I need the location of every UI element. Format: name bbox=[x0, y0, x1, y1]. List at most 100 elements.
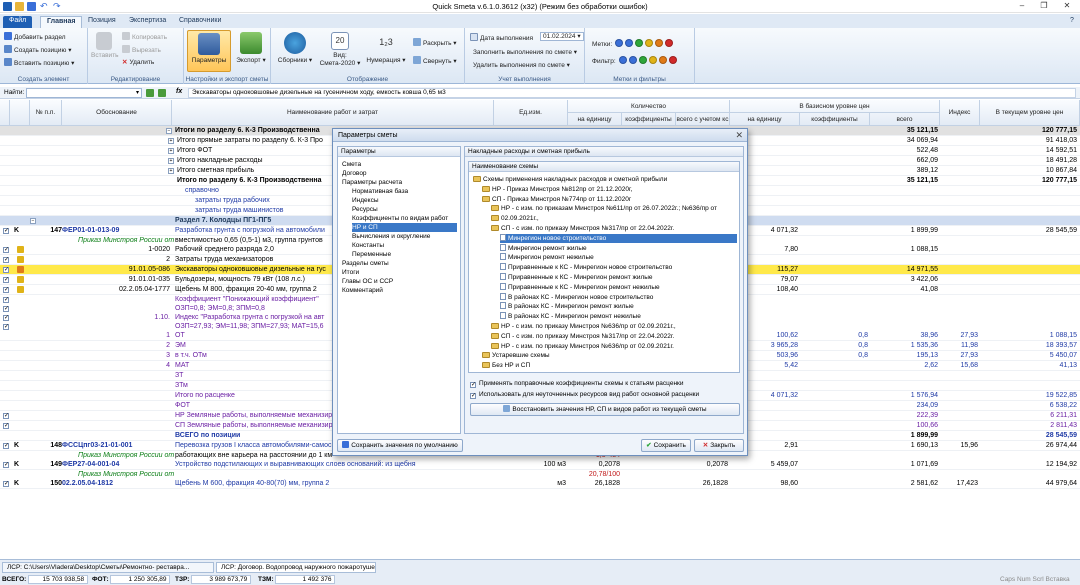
header-num[interactable]: № п.п. bbox=[30, 100, 62, 126]
header-base-per-unit[interactable]: на единицу bbox=[730, 113, 800, 126]
view-button[interactable]: 20 Вид: Смета-2020 ▾ bbox=[319, 30, 361, 72]
params-nav-item[interactable]: Итоги bbox=[342, 268, 457, 277]
save-button[interactable]: ✔ Сохранить bbox=[641, 439, 691, 452]
chevron-down-icon[interactable]: ▾ bbox=[136, 89, 139, 96]
header-index[interactable]: Индекс bbox=[940, 100, 980, 126]
collapse-button[interactable]: Свернуть ▾ bbox=[413, 56, 457, 65]
params-nav-item[interactable]: Коэффициенты по видам работ bbox=[352, 214, 457, 223]
check-use-main-work-type[interactable]: ✓ Использовать для неуточненных ресурсов … bbox=[470, 390, 699, 399]
scheme-tree-item[interactable]: В районах КС - Минрегион ремонт жилые bbox=[500, 302, 634, 311]
scheme-tree-item[interactable]: СП - Приказ Минстроя №774пр от 11.12.202… bbox=[482, 195, 631, 204]
expand-toggle-icon[interactable]: + bbox=[168, 138, 174, 144]
expand-toggle-icon[interactable]: + bbox=[168, 148, 174, 154]
params-nav-item[interactable]: Параметры расчета bbox=[342, 178, 457, 187]
tab-references[interactable]: Справочники bbox=[173, 16, 227, 28]
expand-toggle-icon[interactable]: + bbox=[168, 168, 174, 174]
filter-dot-icon[interactable] bbox=[628, 56, 637, 64]
collections-button[interactable]: Сборники ▾ bbox=[277, 30, 313, 72]
fill-by-estimate-button[interactable]: Заполнить выполнения по смете ▾ bbox=[473, 48, 577, 56]
row-checkbox[interactable]: ✓ bbox=[3, 277, 9, 283]
row-checkbox[interactable]: ✓ bbox=[3, 287, 9, 293]
scheme-tree-item[interactable]: Минрегион новое строительство bbox=[500, 233, 737, 243]
scheme-tree-item[interactable]: Минрегион ремонт нежилые bbox=[500, 253, 594, 262]
row-checkbox[interactable]: ✓ bbox=[3, 228, 9, 234]
row-checkbox[interactable]: ✓ bbox=[3, 462, 9, 468]
row-checkbox[interactable]: ✓ bbox=[3, 297, 9, 303]
scheme-tree-item[interactable]: Устаревшие схемы bbox=[482, 351, 550, 360]
filter-dot-icon[interactable] bbox=[648, 56, 657, 64]
document-tab-2[interactable]: ЛСР: Договор. Водопровод наружного пожар… bbox=[216, 562, 376, 573]
scheme-tree-item[interactable]: Приравненные к КС - Минрегион новое стро… bbox=[500, 263, 672, 272]
exec-date-field[interactable]: 01.02.2024 ▾ bbox=[540, 32, 584, 41]
save-default-button[interactable]: Сохранить значения по умолчанию bbox=[337, 439, 463, 452]
close-icon[interactable]: ✕ bbox=[1057, 1, 1077, 10]
formula-field[interactable]: Экскаваторы одноковшовые дизельные на гу… bbox=[188, 88, 1076, 98]
check-apply-coefficients[interactable]: ✓ Применять поправочные коэффициенты схем… bbox=[470, 379, 684, 388]
params-nav-item[interactable]: Ресурсы bbox=[352, 205, 457, 214]
row-checkbox[interactable]: ✓ bbox=[3, 315, 9, 321]
row-checkbox[interactable]: ✓ bbox=[3, 247, 9, 253]
params-nav-item[interactable]: Договор bbox=[342, 169, 457, 178]
row-checkbox[interactable]: ✓ bbox=[3, 267, 9, 273]
params-button[interactable]: Параметры bbox=[187, 30, 231, 72]
filter-dot-icon[interactable] bbox=[668, 56, 677, 64]
table-row[interactable]: ✓ K 149 ФЕР27-04-001-04 Устройство подстилаю… bbox=[0, 460, 1080, 470]
expand-toggle-icon[interactable]: − bbox=[166, 128, 172, 134]
row-checkbox[interactable]: ✓ bbox=[3, 443, 9, 449]
row-checkbox[interactable]: ✓ bbox=[3, 306, 9, 312]
header-qty-coef[interactable]: коэффициенты bbox=[622, 113, 676, 126]
cut-button[interactable]: Вырезать bbox=[122, 45, 161, 54]
scheme-tree-item[interactable]: НР - с изм. по приказу Минстроя №636/пр … bbox=[491, 322, 676, 331]
delete-by-estimate-button[interactable]: Удалить выполнения по смете ▾ bbox=[473, 61, 570, 69]
table-row[interactable]: ✓ K 150 02.2.05.04-1812 Щебень М 600, фракци… bbox=[0, 479, 1080, 489]
header-qty-total[interactable]: всего с учетом кс bbox=[676, 113, 730, 126]
tab-position[interactable]: Позиция bbox=[82, 16, 122, 28]
params-nav-item[interactable]: Разделы сметы bbox=[342, 259, 457, 268]
params-nav-item[interactable]: НР и СП bbox=[352, 223, 457, 232]
row-checkbox[interactable]: ✓ bbox=[3, 324, 9, 330]
restore-values-button[interactable]: Восстановить значения НР, СП и видов раб… bbox=[470, 403, 740, 416]
collapse-toggle-icon[interactable]: − bbox=[30, 218, 36, 224]
scheme-tree-item[interactable]: Минрегион ремонт жилые bbox=[500, 243, 587, 253]
expand-toggle-icon[interactable]: + bbox=[168, 158, 174, 164]
scheme-tree-item[interactable]: Приравненные к КС - Минрегион ремонт жил… bbox=[500, 273, 653, 282]
scheme-tree-item[interactable]: СП - с изм. по приказу Минстроя №317/пр … bbox=[491, 224, 674, 233]
params-nav-item[interactable]: Индексы bbox=[352, 196, 457, 205]
row-checkbox[interactable]: ✓ bbox=[3, 257, 9, 263]
row-checkbox[interactable]: ✓ bbox=[3, 481, 9, 487]
params-nav-item[interactable]: Главы ОС и ССР bbox=[342, 277, 457, 286]
params-nav-item[interactable]: Вычисления и округление bbox=[352, 232, 457, 241]
header-name[interactable]: Наименование работ и затрат bbox=[172, 100, 494, 126]
mark-dot-icon[interactable] bbox=[665, 39, 674, 47]
header-base-coef[interactable]: коэффициенты bbox=[800, 113, 870, 126]
tab-home[interactable]: Главная bbox=[40, 16, 83, 28]
scheme-tree-item[interactable]: Схемы применения накладных расходов и см… bbox=[473, 175, 667, 184]
add-section-button[interactable]: Добавить раздел bbox=[4, 32, 66, 41]
scheme-tree-item[interactable]: НР - с изм. по приказам Минстроя №611/пр… bbox=[491, 204, 717, 213]
header-base-total[interactable]: всего bbox=[870, 113, 940, 126]
params-nav-item[interactable]: Смета bbox=[342, 160, 457, 169]
find-input[interactable]: ▾ bbox=[26, 88, 142, 98]
tab-expertise[interactable]: Экспертиза bbox=[123, 16, 172, 28]
find-all-icon[interactable] bbox=[158, 89, 166, 97]
minimize-icon[interactable]: – bbox=[1012, 1, 1032, 10]
filter-dot-icon[interactable] bbox=[638, 56, 647, 64]
scheme-tree-item[interactable]: 02.09.2021г., bbox=[491, 214, 539, 223]
filter-dot-icon[interactable] bbox=[618, 56, 627, 64]
close-button[interactable]: ✕ Закрыть bbox=[694, 439, 744, 452]
mark-dot-icon[interactable] bbox=[635, 39, 644, 47]
params-nav-item[interactable]: Константы bbox=[352, 241, 457, 250]
scheme-tree-item[interactable]: СП - с изм. по приказу Минстроя №317/пр … bbox=[491, 332, 674, 341]
scheme-tree-item[interactable]: НР - Приказ Минстроя №812пр от 21.12.202… bbox=[482, 185, 632, 194]
mark-dot-icon[interactable] bbox=[655, 39, 664, 47]
export-button[interactable]: Экспорт ▾ bbox=[234, 30, 268, 72]
expand-button[interactable]: Раскрыть ▾ bbox=[413, 38, 457, 47]
header-current[interactable]: В текущем уровне цен bbox=[980, 100, 1080, 126]
create-position-button[interactable]: Создать позицию ▾ bbox=[4, 45, 72, 54]
insert-position-button[interactable]: Вставить позицию ▾ bbox=[4, 58, 74, 67]
params-nav-item[interactable]: Комментарий bbox=[342, 286, 457, 295]
help-icon[interactable]: ? bbox=[1064, 16, 1080, 28]
scheme-tree-item[interactable]: Без НР и СП bbox=[482, 361, 530, 370]
mark-dot-icon[interactable] bbox=[615, 39, 624, 47]
header-unit[interactable]: Ед.изм. bbox=[494, 100, 568, 126]
